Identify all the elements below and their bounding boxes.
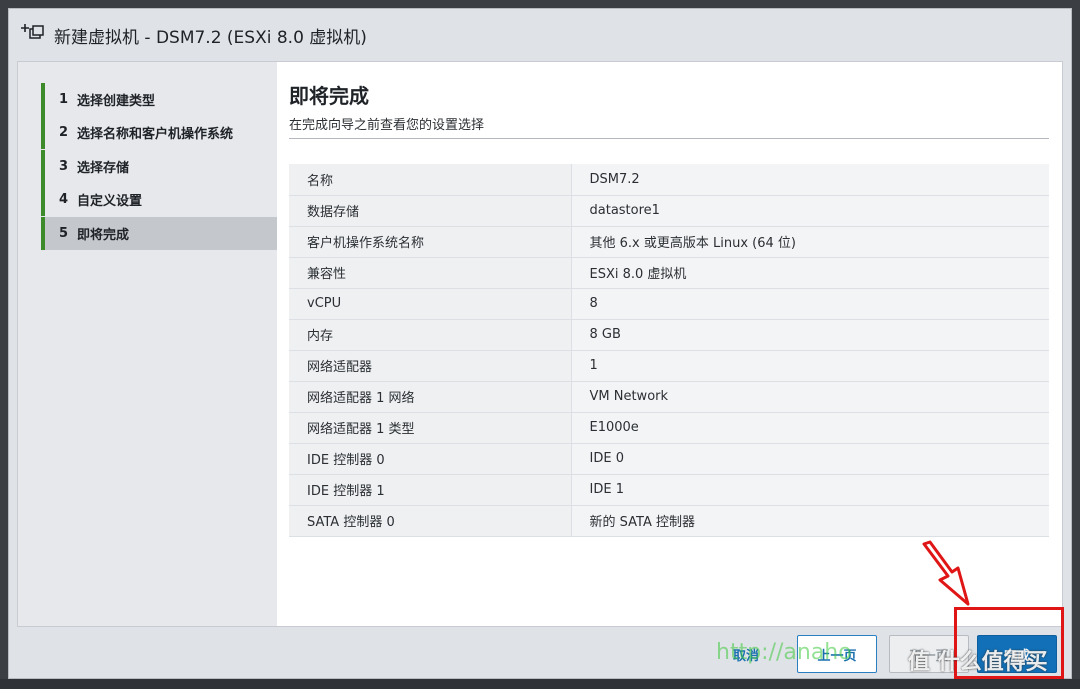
step-2[interactable]: 2 选择名称和客户机操作系统	[41, 116, 277, 149]
dialog-titlebar: 新建虚拟机 - DSM7.2 (ESXi 8.0 虚拟机)	[9, 9, 1071, 61]
annotation-arrow-icon	[922, 540, 970, 606]
wizard-body: 1 选择创建类型 2 选择名称和客户机操作系统 3 选择存储 4 自定义设置 5…	[17, 61, 1063, 627]
wizard-steps-sidebar: 1 选择创建类型 2 选择名称和客户机操作系统 3 选择存储 4 自定义设置 5…	[18, 62, 277, 626]
dialog-title: 新建虚拟机 - DSM7.2 (ESXi 8.0 虚拟机)	[54, 28, 367, 48]
table-row: 网络适配器 1	[289, 350, 1049, 382]
setting-key: 内存	[289, 319, 571, 351]
setting-key: 网络适配器 1 网络	[289, 381, 571, 413]
table-row: 兼容性 ESXi 8.0 虚拟机	[289, 257, 1049, 289]
setting-value: 8	[570, 288, 1049, 320]
setting-value: IDE 1	[570, 474, 1049, 506]
table-row: vCPU 8	[289, 288, 1049, 320]
divider	[289, 138, 1049, 139]
table-row: 网络适配器 1 类型 E1000e	[289, 412, 1049, 444]
table-row: 数据存储 datastore1	[289, 195, 1049, 227]
table-row: 名称 DSM7.2	[289, 164, 1049, 196]
page-title: 即将完成	[289, 84, 369, 108]
step-label: 选择存储	[77, 161, 130, 176]
setting-value: 1	[570, 350, 1049, 382]
setting-key: 网络适配器 1 类型	[289, 412, 571, 444]
setting-key: 客户机操作系统名称	[289, 226, 571, 258]
setting-value: VM Network	[570, 381, 1049, 413]
step-number: 2	[59, 125, 69, 140]
watermark-brand: 值 什么值得买	[908, 650, 1048, 675]
setting-value: IDE 0	[570, 443, 1049, 475]
setting-value: ESXi 8.0 虚拟机	[570, 257, 1049, 289]
setting-key: 名称	[289, 164, 571, 196]
table-row: IDE 控制器 0 IDE 0	[289, 443, 1049, 475]
step-number: 5	[59, 226, 69, 241]
setting-key: 网络适配器	[289, 350, 571, 382]
new-vm-icon	[19, 21, 45, 43]
table-row: IDE 控制器 1 IDE 1	[289, 474, 1049, 506]
step-label: 选择创建类型	[77, 94, 156, 109]
backdrop-top	[0, 0, 1080, 8]
step-label: 自定义设置	[77, 194, 143, 209]
table-row: SATA 控制器 0 新的 SATA 控制器	[289, 505, 1049, 537]
setting-key: 数据存储	[289, 195, 571, 227]
setting-value: 新的 SATA 控制器	[570, 505, 1049, 537]
setting-key: 兼容性	[289, 257, 571, 289]
step-1[interactable]: 1 选择创建类型	[41, 83, 277, 116]
step-number: 4	[59, 192, 69, 207]
step-5-active[interactable]: 5 即将完成	[41, 217, 277, 250]
setting-key: vCPU	[289, 288, 571, 320]
watermark-url: http://anaho	[716, 640, 852, 665]
new-vm-dialog: 新建虚拟机 - DSM7.2 (ESXi 8.0 虚拟机) 1 选择创建类型 2…	[8, 8, 1072, 679]
step-label: 选择名称和客户机操作系统	[77, 127, 234, 142]
page-subtitle: 在完成向导之前查看您的设置选择	[289, 118, 485, 133]
setting-key: IDE 控制器 0	[289, 443, 571, 475]
step-number: 3	[59, 159, 69, 174]
setting-key: SATA 控制器 0	[289, 505, 571, 537]
setting-value: datastore1	[570, 195, 1049, 227]
setting-key: IDE 控制器 1	[289, 474, 571, 506]
table-row: 客户机操作系统名称 其他 6.x 或更高版本 Linux (64 位)	[289, 226, 1049, 258]
table-row: 网络适配器 1 网络 VM Network	[289, 381, 1049, 413]
step-3[interactable]: 3 选择存储	[41, 150, 277, 183]
backdrop-left	[0, 0, 8, 689]
backdrop-bottom	[0, 679, 1080, 689]
step-label: 即将完成	[77, 228, 130, 243]
setting-value: E1000e	[570, 412, 1049, 444]
settings-summary-table: 名称 DSM7.2 数据存储 datastore1 客户机操作系统名称 其他 6.x …	[289, 164, 1049, 537]
setting-value: 其他 6.x 或更高版本 Linux (64 位)	[570, 226, 1049, 258]
setting-value: 8 GB	[570, 319, 1049, 351]
table-row: 内存 8 GB	[289, 319, 1049, 351]
step-number: 1	[59, 92, 69, 107]
setting-value: DSM7.2	[570, 164, 1049, 196]
step-4[interactable]: 4 自定义设置	[41, 183, 277, 216]
backdrop-right	[1072, 0, 1080, 689]
